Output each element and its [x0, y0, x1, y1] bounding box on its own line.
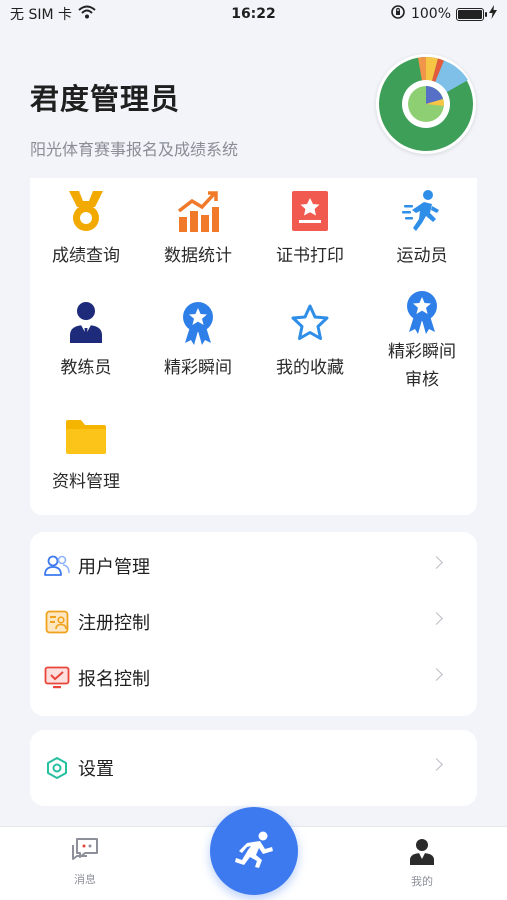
avatar-image: [379, 56, 473, 151]
function-grid: 成绩查询 数据统计 证书打印 运动员 教练员 精彩瞬间 我的收藏 精彩瞬间 审核…: [30, 178, 477, 515]
chevron-right-icon: [430, 758, 443, 771]
management-list: 用户管理 注册控制 报名控制: [30, 532, 477, 716]
grid-label: 数据统计: [164, 246, 232, 266]
settings-label: 设置: [78, 759, 114, 780]
grid-label: 精彩瞬间 审核: [388, 338, 456, 394]
menu-item-user-management[interactable]: 用户管理: [30, 538, 477, 594]
center-action-button[interactable]: [210, 807, 298, 895]
settings-hex-icon: [44, 755, 70, 781]
profile-icon: [408, 837, 436, 869]
chevron-right-icon: [430, 668, 443, 681]
settings-card: 设置: [30, 730, 477, 806]
grid-item-athletes[interactable]: 运动员: [366, 178, 478, 290]
message-icon: [71, 837, 99, 867]
certificate-icon: [287, 188, 333, 234]
grid-item-highlights-review[interactable]: 精彩瞬间 审核: [366, 280, 478, 392]
battery-icon: [456, 7, 487, 21]
grid-item-coaches[interactable]: 教练员: [30, 290, 142, 402]
menu-item-label: 用户管理: [78, 557, 150, 578]
chevron-right-icon: [430, 556, 443, 569]
system-subtitle: 阳光体育赛事报名及成绩系统: [30, 140, 239, 159]
menu-item-registration-control[interactable]: 注册控制: [30, 594, 477, 650]
star-badge-icon: [175, 300, 221, 346]
grid-item-certificate-print[interactable]: 证书打印: [254, 178, 366, 290]
runner-icon: [232, 829, 276, 873]
grid-item-favorites[interactable]: 我的收藏: [254, 290, 366, 402]
status-bar: 无 SIM 卡 16:22 100%: [0, 0, 507, 28]
chevron-right-icon: [430, 612, 443, 625]
coach-icon: [63, 300, 109, 346]
grid-label-line-1: 精彩瞬间: [388, 342, 456, 362]
star-outline-icon: [287, 300, 333, 346]
avatar[interactable]: [376, 54, 476, 154]
grid-item-documents[interactable]: 资料管理: [30, 404, 142, 516]
grid-item-highlights[interactable]: 精彩瞬间: [142, 290, 254, 402]
monitor-check-icon: [44, 665, 70, 691]
menu-item-settings[interactable]: 设置: [30, 740, 477, 796]
menu-item-label: 报名控制: [78, 669, 150, 690]
grid-item-score-query[interactable]: 成绩查询: [30, 178, 142, 290]
folder-icon: [63, 414, 109, 460]
profile-header: 君度管理员 阳光体育赛事报名及成绩系统: [0, 28, 507, 178]
menu-item-signup-control[interactable]: 报名控制: [30, 650, 477, 706]
tab-messages[interactable]: 消息: [55, 837, 115, 887]
page-title: 君度管理员: [30, 82, 181, 116]
battery-percent: 100%: [410, 6, 451, 22]
star-badge-icon: [399, 290, 445, 334]
grid-label: 教练员: [60, 358, 112, 378]
grid-label: 证书打印: [276, 246, 344, 266]
users-icon: [44, 553, 70, 579]
grid-item-statistics[interactable]: 数据统计: [142, 178, 254, 290]
menu-item-label: 注册控制: [78, 613, 150, 634]
grid-label: 成绩查询: [52, 246, 120, 266]
wifi-icon: [78, 5, 96, 23]
orientation-lock-icon: [390, 4, 406, 24]
grid-label-line-2: 审核: [405, 370, 439, 390]
runner-icon: [399, 188, 445, 234]
carrier-text: 无 SIM 卡: [10, 7, 72, 23]
tab-label: 我的: [411, 875, 433, 888]
grid-label: 精彩瞬间: [164, 358, 232, 378]
charging-icon: [489, 5, 497, 23]
tab-label: 消息: [74, 873, 96, 886]
grid-label: 资料管理: [52, 472, 120, 492]
tab-mine[interactable]: 我的: [392, 837, 452, 889]
registration-card-icon: [44, 609, 70, 635]
medal-icon: [63, 188, 109, 234]
grid-label: 我的收藏: [276, 358, 344, 378]
bar-chart-icon: [175, 188, 221, 234]
grid-label: 运动员: [396, 246, 448, 266]
